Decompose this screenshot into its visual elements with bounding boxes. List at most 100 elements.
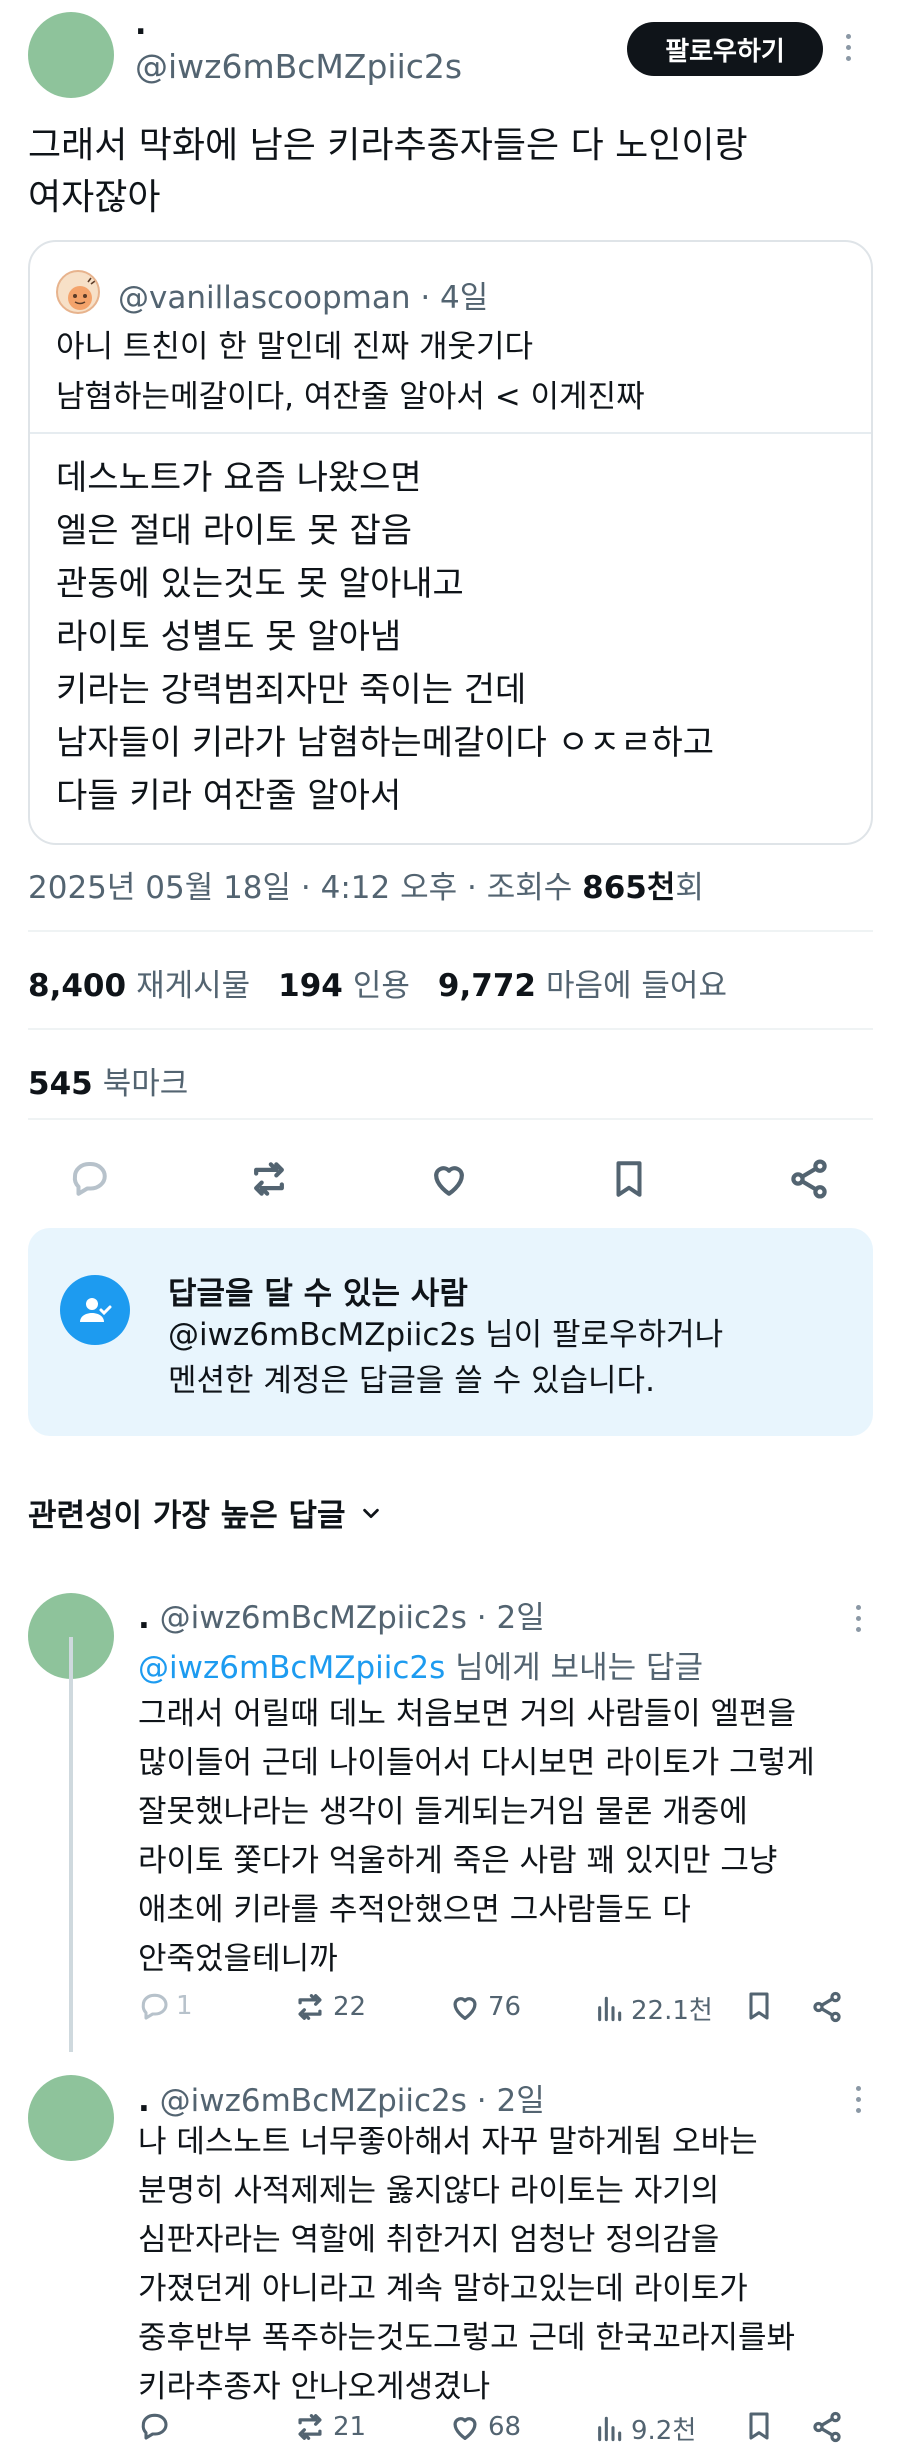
reply-time: · 2일 (476, 1600, 545, 1636)
more-options-icon[interactable] (843, 34, 853, 61)
reply-count: 1 (176, 1991, 193, 2021)
bookmarks-label: 북마크 (102, 1066, 189, 1102)
retweet-icon[interactable] (247, 1157, 291, 1201)
reply-like-button[interactable]: 68 (448, 2410, 521, 2444)
reply-line: 그래서 어릴때 데노 처음보면 거의 사람들이 엘편을 (138, 1696, 797, 1732)
like-count: 68 (488, 2412, 522, 2442)
reply-actions: 21 68 9.2천 (138, 2410, 858, 2452)
retweets-count: 8,400 (28, 968, 127, 1004)
quote-text: 아니 트친이 한 말인데 진짜 개웃기다 남혐하는메갈이다, 여잔줄 알아서 <… (56, 322, 846, 422)
bookmarks-stat[interactable]: 545 북마크 (28, 1058, 188, 1103)
vanilla-scoop-icon (68, 277, 96, 310)
reply-bookmark-button[interactable] (743, 1990, 775, 2022)
reply-views-button[interactable]: 9.2천 (593, 2410, 696, 2447)
reply-icon (141, 1993, 168, 2020)
reply-icon (141, 2413, 168, 2440)
quote-handle[interactable]: @vanillascoopman (118, 280, 410, 316)
tweet-text: 그래서 막화에 남은 키라추종자들은 다 노인이랑 여자잖아 (28, 120, 868, 224)
chevron-down-icon (362, 1508, 379, 1518)
reply-retweet-button[interactable]: 21 (293, 2410, 366, 2444)
reply-like-button[interactable]: 76 (448, 1990, 521, 2024)
retweet-icon (298, 1994, 322, 2020)
retweet-icon (298, 2414, 322, 2440)
quote-line: 남혐하는메갈이다, 여잔줄 알아서 < 이게진짜 (56, 379, 645, 415)
quotes-label: 인용 (352, 968, 410, 1004)
reply-share-button[interactable] (810, 2410, 844, 2444)
views-count: 865천 (582, 870, 676, 906)
reply-text: 그래서 어릴때 데노 처음보면 거의 사람들이 엘편을 많이들어 근데 나이들어… (138, 1690, 858, 1984)
quote-body-line: 키라는 강력범죄자만 죽이는 건데 (56, 670, 527, 710)
replying-to-handle[interactable]: @iwz6mBcMZpiic2s (138, 1650, 445, 1686)
who-can-reply-notice: 답글을 달 수 있는 사람 @iwz6mBcMZpiic2s 님이 팔로우하거나… (28, 1228, 873, 1436)
reply-retweet-button[interactable]: 22 (293, 1990, 366, 2024)
like-icon[interactable] (427, 1157, 471, 1201)
reply-line: 심판자라는 역할에 취한거지 엄청난 정의감을 (138, 2222, 720, 2258)
bookmark-icon[interactable] (608, 1157, 650, 1201)
reply-reply-button[interactable]: 1 (138, 1990, 193, 2022)
views-icon (598, 2416, 622, 2441)
reply-time: · 2일 (476, 2083, 545, 2119)
more-options-icon[interactable] (853, 1605, 863, 1632)
likes-stat[interactable]: 9,772 마음에 들어요 (438, 960, 727, 1005)
quote-divider (30, 432, 871, 434)
reply-author-name[interactable]: . (138, 1600, 150, 1636)
reply-icon[interactable] (68, 1157, 110, 1199)
author-handle[interactable]: @iwz6mBcMZpiic2s (135, 47, 462, 86)
reply-author-name[interactable]: . (138, 2083, 150, 2119)
quote-tweet-card[interactable]: @vanillascoopman · 4일 아니 트친이 한 말인데 진짜 개웃… (28, 240, 873, 845)
quotes-stat[interactable]: 194 인용 (278, 960, 410, 1005)
reply-line: 분명히 사적제제는 옳지않다 라이토는 자기의 (138, 2173, 720, 2209)
reply-actions: 1 22 76 22.1천 (138, 1990, 858, 2032)
user-check-icon (60, 1275, 130, 1345)
reply-notice-text: @iwz6mBcMZpiic2s 님이 팔로우하거나 멘션한 계정은 답글을 쓸… (168, 1312, 848, 1404)
reply-sort-dropdown[interactable]: 관련성이 가장 높은 답글 (28, 1490, 382, 1535)
thread-connector (69, 1637, 73, 2052)
quote-body-line: 라이토 성별도 못 알아냄 (56, 617, 402, 657)
tweet-line: 그래서 막화에 남은 키라추종자들은 다 노인이랑 (28, 125, 748, 166)
reply-notice-title: 답글을 달 수 있는 사람 (168, 1276, 468, 1312)
like-count: 76 (488, 1992, 522, 2022)
reply-views-button[interactable]: 22.1천 (593, 1990, 713, 2027)
tweet-date[interactable]: 2025년 05월 18일 (28, 870, 291, 906)
share-icon (813, 2411, 841, 2443)
reply-share-button[interactable] (810, 1990, 844, 2024)
follow-button[interactable]: 팔로우하기 (627, 22, 823, 76)
bookmark-icon (749, 1992, 769, 2020)
reply-reply-button[interactable] (138, 2410, 176, 2442)
views-label: 조회수 (486, 870, 573, 906)
tweet-time[interactable]: 4:12 오후 (321, 870, 458, 906)
bookmark-icon (749, 2412, 769, 2440)
like-icon (453, 1997, 477, 2020)
likes-count: 9,772 (437, 968, 536, 1004)
author-name[interactable]: . (135, 10, 146, 40)
views-count: 9.2천 (631, 2416, 697, 2446)
quote-body-line: 엘은 절대 라이토 못 잡음 (56, 511, 413, 551)
reply-line: 라이토 쫓다가 억울하게 죽은 사람 꽤 있지만 그냥 (138, 1843, 778, 1879)
reply-avatar[interactable] (28, 2075, 114, 2161)
reply-bookmark-button[interactable] (743, 2410, 775, 2442)
reply-author-handle[interactable]: @iwz6mBcMZpiic2s (160, 2083, 467, 2119)
reply-line: 가졌던게 아니라고 계속 말하고있는데 라이토가 (138, 2271, 748, 2307)
reply-line: 애초에 키라를 추적안했으면 그사람들도 다 (138, 1892, 691, 1928)
divider (28, 930, 873, 932)
quote-body-line: 데스노트가 요즘 나왔으면 (56, 458, 422, 498)
retweets-stat[interactable]: 8,400 재게시물 (28, 960, 250, 1005)
reply-author-handle[interactable]: @iwz6mBcMZpiic2s (160, 1600, 467, 1636)
reply-line: 잘못했나라는 생각이 들게되는거임 물론 개중에 (138, 1794, 748, 1830)
views-count: 22.1천 (631, 1996, 713, 2026)
reply-line: 나 데스노트 너무좋아해서 자꾸 말하게됨 오바는 (138, 2124, 758, 2160)
replying-to: @iwz6mBcMZpiic2s 님에게 보내는 답글 (138, 1642, 703, 1687)
engagement-stats: 8,400 재게시물 194 인용 9,772 마음에 들어요 (28, 960, 727, 1005)
retweet-count: 22 (333, 1992, 367, 2022)
replying-to-suffix: 님에게 보내는 답글 (455, 1650, 704, 1686)
share-icon[interactable] (787, 1157, 831, 1201)
views-icon (598, 1996, 622, 2021)
quote-author[interactable]: @vanillascoopman · 4일 (118, 272, 488, 317)
reply-notice-line: @iwz6mBcMZpiic2s 님이 팔로우하거나 (168, 1317, 724, 1353)
quote-body-line: 관동에 있는것도 못 알아내고 (56, 564, 464, 604)
sort-label: 관련성이 가장 높은 답글 (28, 1498, 346, 1534)
author-avatar[interactable] (28, 12, 114, 98)
quote-line: 아니 트친이 한 말인데 진짜 개웃기다 (56, 329, 534, 365)
more-options-icon[interactable] (853, 2086, 863, 2113)
tweet-line: 여자잖아 (28, 177, 161, 218)
